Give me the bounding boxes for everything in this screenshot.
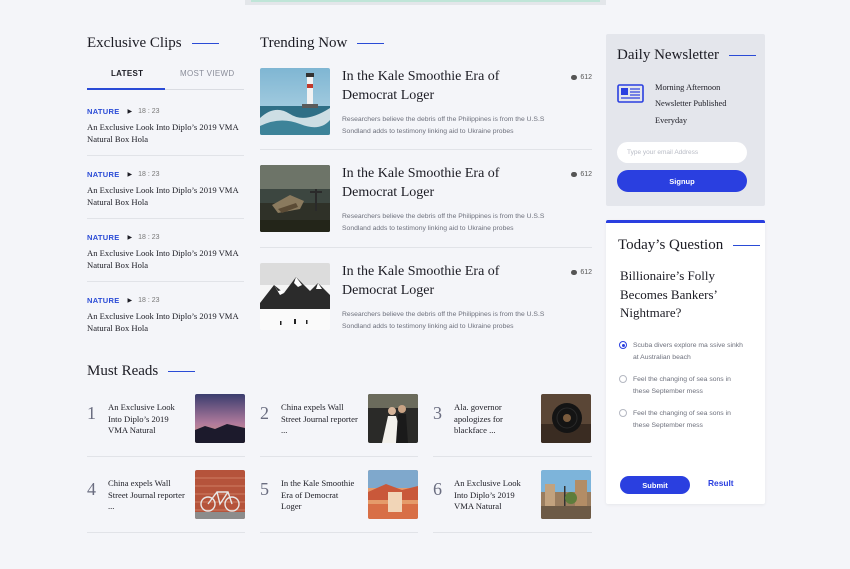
city-street-image[interactable]	[541, 470, 591, 519]
item-number: 3	[433, 403, 442, 423]
must-read-title[interactable]: Ala. governor apologizes for blackface .…	[454, 402, 532, 437]
poll-option-label[interactable]: Scuba divers explore ma ssive sinkh at A…	[633, 340, 748, 364]
trending-article[interactable]: In the Kale Smoothie Era of Democrat Log…	[260, 263, 592, 349]
clip-title[interactable]: An Exclusive Look Into Diplo’s 2019 VMA …	[87, 248, 244, 271]
comment-icon	[571, 270, 578, 275]
poll-box: Today’s Question Billionaire’s Folly Bec…	[606, 220, 765, 504]
clip-title[interactable]: An Exclusive Look Into Diplo’s 2019 VMA …	[87, 122, 244, 145]
must-read-item[interactable]: 5 In the Kale Smoothie Era of Democrat L…	[260, 470, 418, 520]
play-icon: ▶	[127, 235, 133, 241]
article-excerpt: Researchers believe the debris off the P…	[342, 116, 545, 135]
divider	[87, 456, 245, 457]
comment-count[interactable]: 612	[571, 171, 592, 178]
divider	[260, 456, 418, 457]
newsletter-description: Morning Afternoon Newsletter Published E…	[655, 83, 727, 125]
article-excerpt: Researchers believe the debris off the P…	[342, 213, 545, 232]
purple-sunset-image[interactable]	[195, 394, 245, 443]
divider	[87, 281, 244, 282]
trending-now-title: Trending Now	[260, 35, 385, 52]
must-reads-title: Must Reads	[87, 363, 196, 380]
clip-duration: 18 : 23	[138, 171, 160, 178]
divider	[260, 532, 418, 533]
question-title: Today’s Question	[618, 237, 761, 254]
clip-title[interactable]: An Exclusive Look Into Diplo’s 2019 VMA …	[87, 185, 244, 208]
item-number: 1	[87, 403, 96, 423]
tab-most-viewed[interactable]: MOST VIEWD	[180, 69, 234, 78]
article-title[interactable]: In the Kale Smoothie Era of Democrat Log…	[342, 263, 542, 300]
signup-button[interactable]: Signup	[617, 170, 747, 192]
shipwreck-shore-image[interactable]	[260, 165, 330, 232]
poll-option-label[interactable]: Feel the changing of sea sons in these S…	[633, 374, 748, 398]
result-link[interactable]: Result	[708, 478, 734, 488]
clip-duration: 18 : 23	[138, 297, 160, 304]
comment-count[interactable]: 612	[571, 74, 592, 81]
must-read-item[interactable]: 2 China expels Wall Street Journal repor…	[260, 394, 418, 444]
must-read-item[interactable]: 1 An Exclusive Look Into Diplo’s 2019 VM…	[87, 394, 245, 444]
radio-unselected[interactable]	[619, 375, 627, 383]
play-icon: ▶	[127, 172, 133, 178]
clip-title[interactable]: An Exclusive Look Into Diplo’s 2019 VMA …	[87, 311, 244, 334]
item-number: 2	[260, 403, 269, 423]
play-icon: ▶	[127, 109, 133, 115]
active-tab-indicator	[87, 88, 165, 90]
newsletter-title: Daily Newsletter	[617, 47, 757, 64]
clip-category[interactable]: NATURE	[87, 233, 120, 242]
must-read-title[interactable]: An Exclusive Look Into Diplo’s 2019 VMA …	[454, 478, 532, 513]
top-banner-strip	[245, 0, 606, 5]
item-number: 6	[433, 479, 442, 499]
newsletter-box: Daily Newsletter Morning Afternoon Newsl…	[606, 34, 765, 206]
clip-category[interactable]: NATURE	[87, 296, 120, 305]
item-number: 5	[260, 479, 269, 499]
painted-landscape-image[interactable]	[368, 470, 418, 519]
vinyl-record-image[interactable]	[541, 394, 591, 443]
must-read-item[interactable]: 3 Ala. governor apologizes for blackface…	[433, 394, 591, 444]
clip-duration: 18 : 23	[138, 234, 160, 241]
wedding-couple-image[interactable]	[368, 394, 418, 443]
article-title[interactable]: In the Kale Smoothie Era of Democrat Log…	[342, 68, 542, 105]
lighthouse-wave-image[interactable]	[260, 68, 330, 135]
radio-unselected[interactable]	[619, 409, 627, 417]
divider	[433, 456, 592, 457]
tab-latest[interactable]: LATEST	[111, 69, 143, 78]
must-read-title[interactable]: China expels Wall Street Journal reporte…	[281, 402, 359, 437]
radio-selected[interactable]	[619, 341, 627, 349]
must-read-title[interactable]: In the Kale Smoothie Era of Democrat Log…	[281, 478, 359, 513]
snowy-mountain-image[interactable]	[260, 263, 330, 330]
clips-tabs: LATEST MOST VIEWD	[87, 66, 244, 90]
poll-option-label[interactable]: Feel the changing of sea sons in these S…	[633, 408, 748, 432]
clip-category[interactable]: NATURE	[87, 107, 120, 116]
clip-duration: 18 : 23	[138, 108, 160, 115]
clip-item[interactable]: NATURE ▶ 18 : 23 An Exclusive Look Into Di…	[87, 170, 244, 233]
clip-item[interactable]: NATURE ▶ 18 : 23 An Exclusive Look Into Di…	[87, 107, 244, 170]
divider	[87, 218, 244, 219]
divider	[87, 155, 244, 156]
item-number: 4	[87, 479, 96, 499]
divider	[433, 532, 592, 533]
bicycle-brick-wall-image[interactable]	[195, 470, 245, 519]
newspaper-icon	[617, 84, 644, 103]
article-excerpt: Researchers believe the debris off the P…	[342, 311, 545, 330]
comment-icon	[571, 172, 578, 177]
comment-count[interactable]: 612	[571, 269, 592, 276]
divider	[87, 532, 245, 533]
must-read-title[interactable]: An Exclusive Look Into Diplo’s 2019 VMA …	[108, 402, 186, 437]
divider	[260, 247, 592, 248]
must-read-item[interactable]: 6 An Exclusive Look Into Diplo’s 2019 VM…	[433, 470, 591, 520]
submit-button[interactable]: Submit	[620, 476, 690, 494]
clip-category[interactable]: NATURE	[87, 170, 120, 179]
play-icon: ▶	[127, 298, 133, 304]
trending-article[interactable]: In the Kale Smoothie Era of Democrat Log…	[260, 68, 592, 154]
poll-question: Billionaire’s Folly Becomes Bankers’ Nig…	[620, 268, 717, 320]
divider	[260, 149, 592, 150]
trending-article[interactable]: In the Kale Smoothie Era of Democrat Log…	[260, 165, 592, 251]
must-read-item[interactable]: 4 China expels Wall Street Journal repor…	[87, 470, 245, 520]
exclusive-clips-title: Exclusive Clips	[87, 35, 219, 52]
comment-icon	[571, 75, 578, 80]
must-read-title[interactable]: China expels Wall Street Journal reporte…	[108, 478, 186, 513]
email-field[interactable]	[617, 142, 747, 163]
clip-item[interactable]: NATURE ▶ 18 : 23 An Exclusive Look Into Di…	[87, 233, 244, 296]
article-title[interactable]: In the Kale Smoothie Era of Democrat Log…	[342, 165, 542, 202]
clip-item[interactable]: NATURE ▶ 18 : 23 An Exclusive Look Into Di…	[87, 296, 244, 359]
